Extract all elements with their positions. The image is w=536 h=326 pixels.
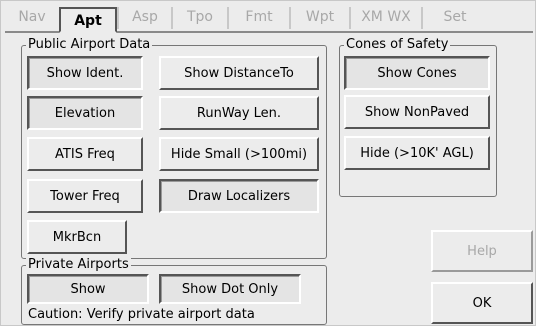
show-dot-only-button[interactable]: Show Dot Only <box>159 274 301 304</box>
runway-length-button[interactable]: RunWay Len. <box>159 96 319 130</box>
tab-asp[interactable]: Asp <box>117 7 171 29</box>
show-distance-to-button[interactable]: Show DistanceTo <box>159 56 319 90</box>
show-ident-button[interactable]: Show Ident. <box>27 56 143 90</box>
tab-fmt[interactable]: Fmt <box>227 7 289 29</box>
help-button[interactable]: Help <box>431 230 533 272</box>
public-airport-data-title: Public Airport Data <box>26 37 153 53</box>
tab-wpt[interactable]: Wpt <box>289 7 349 29</box>
draw-localizers-button[interactable]: Draw Localizers <box>159 179 319 213</box>
tab-set[interactable]: Set <box>421 7 487 29</box>
tab-tpo[interactable]: Tpo <box>171 7 227 29</box>
private-show-button[interactable]: Show <box>27 274 149 304</box>
tab-xm-wx[interactable]: XM WX <box>349 7 421 29</box>
tower-freq-button[interactable]: Tower Freq <box>27 179 143 213</box>
elevation-button[interactable]: Elevation <box>27 96 143 130</box>
public-airport-data-group: Public Airport Data Show Ident. Show Dis… <box>21 37 327 259</box>
private-airports-title: Private Airports <box>26 257 131 273</box>
airport-settings-window: Nav Apt Asp Tpo Fmt Wpt XM WX Set Public… <box>0 0 536 326</box>
private-airport-caution: Caution: Verify private airport data <box>28 307 255 322</box>
show-cones-button[interactable]: Show Cones <box>344 56 490 90</box>
tab-apt[interactable]: Apt <box>59 7 117 33</box>
cones-of-safety-group: Cones of Safety Show Cones Show NonPaved… <box>339 37 497 197</box>
atis-freq-button[interactable]: ATIS Freq <box>27 137 143 171</box>
tab-bar: Nav Apt Asp Tpo Fmt Wpt XM WX Set <box>5 5 533 33</box>
hide-small-button[interactable]: Hide Small (>100mi) <box>159 137 319 171</box>
tab-nav[interactable]: Nav <box>5 7 59 29</box>
hide-agl-button[interactable]: Hide (>10K' AGL) <box>344 136 490 170</box>
show-nonpaved-button[interactable]: Show NonPaved <box>344 95 490 129</box>
mkr-bcn-button[interactable]: MkrBcn <box>27 220 127 254</box>
ok-button[interactable]: OK <box>431 282 533 324</box>
cones-of-safety-title: Cones of Safety <box>344 37 451 53</box>
private-airports-group: Private Airports Show Show Dot Only Caut… <box>21 257 327 325</box>
